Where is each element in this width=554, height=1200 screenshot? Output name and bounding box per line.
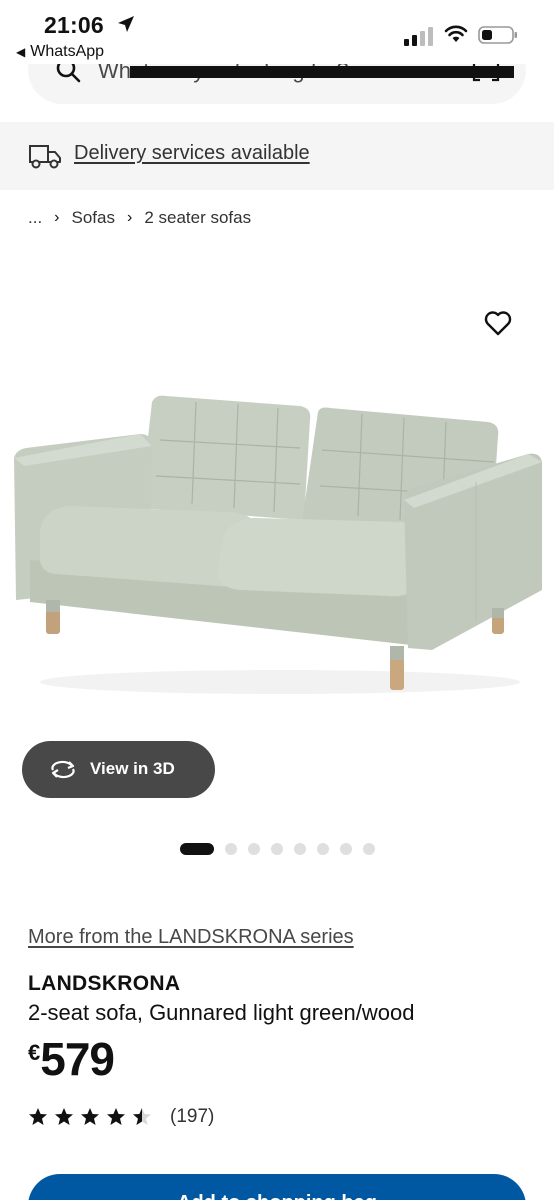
- carousel-dot[interactable]: [317, 843, 329, 855]
- sofa-seat-right: [217, 518, 421, 597]
- back-triangle-icon: ◀: [16, 45, 26, 59]
- star-icon: [55, 1108, 73, 1125]
- delivery-services-link[interactable]: Delivery services available: [74, 142, 310, 165]
- heart-icon: [484, 311, 512, 336]
- carousel-dot[interactable]: [225, 843, 237, 855]
- breadcrumb-item-2-seater-sofas[interactable]: 2 seater sofas: [144, 208, 251, 228]
- view-in-3d-button[interactable]: View in 3D: [22, 741, 215, 798]
- add-to-bag-label: Add to shopping bag: [177, 1192, 377, 1200]
- carousel-dot[interactable]: [340, 843, 352, 855]
- sofa-back-left: [140, 395, 311, 520]
- carousel-dot[interactable]: [248, 843, 260, 855]
- truck-icon: [29, 145, 61, 169]
- chevron-right-icon: ›: [54, 209, 60, 226]
- price-currency: €: [28, 1040, 41, 1065]
- price-amount: 579: [40, 1033, 115, 1085]
- chevron-right-icon: ›: [126, 209, 133, 226]
- carousel-dot[interactable]: [294, 843, 306, 855]
- product-description: 2-seat sofa, Gunnared light green/wood: [28, 1000, 415, 1025]
- view-in-3d-label: View in 3D: [90, 759, 175, 778]
- star-icon: [81, 1108, 99, 1125]
- star-icon: [107, 1108, 125, 1125]
- breadcrumb-ellipsis[interactable]: ...: [28, 208, 42, 228]
- product-price: € 579: [28, 1033, 115, 1085]
- product-name: LANDSKRONA: [28, 972, 181, 995]
- add-to-favourites-button[interactable]: [480, 306, 516, 340]
- scroll-overlay-bar: [130, 66, 514, 78]
- back-app-label: WhatsApp: [30, 43, 105, 60]
- star-icon: [29, 1108, 47, 1125]
- back-to-app-button[interactable]: ◀ WhatsApp: [16, 43, 104, 61]
- status-time: 21:06: [44, 12, 104, 38]
- series-link[interactable]: More from the LANDSKRONA series: [28, 926, 354, 949]
- carousel-dot[interactable]: [271, 843, 283, 855]
- rotate-3d-icon: [51, 760, 75, 779]
- star-half-icon: [133, 1108, 151, 1125]
- carousel-dot[interactable]: [363, 843, 375, 855]
- review-count[interactable]: (197): [170, 1106, 214, 1128]
- product-image[interactable]: [0, 290, 554, 740]
- signal-icon: [404, 27, 433, 46]
- location-arrow-icon: [118, 16, 134, 32]
- carousel-dot-active[interactable]: [180, 843, 214, 855]
- product-rating[interactable]: (197): [28, 1106, 214, 1128]
- breadcrumb: ... › Sofas › 2 seater sofas: [28, 208, 251, 228]
- wifi-icon: [444, 25, 468, 42]
- add-to-bag-button[interactable]: Add to shopping bag: [28, 1174, 526, 1200]
- sofa-shadow: [40, 670, 520, 694]
- breadcrumb-item-sofas[interactable]: Sofas: [72, 208, 115, 228]
- battery-icon: [478, 26, 517, 44]
- status-bar: 21:06 ◀ WhatsApp: [0, 0, 554, 64]
- image-carousel-dots[interactable]: [180, 843, 375, 855]
- delivery-banner[interactable]: Delivery services available: [0, 122, 554, 190]
